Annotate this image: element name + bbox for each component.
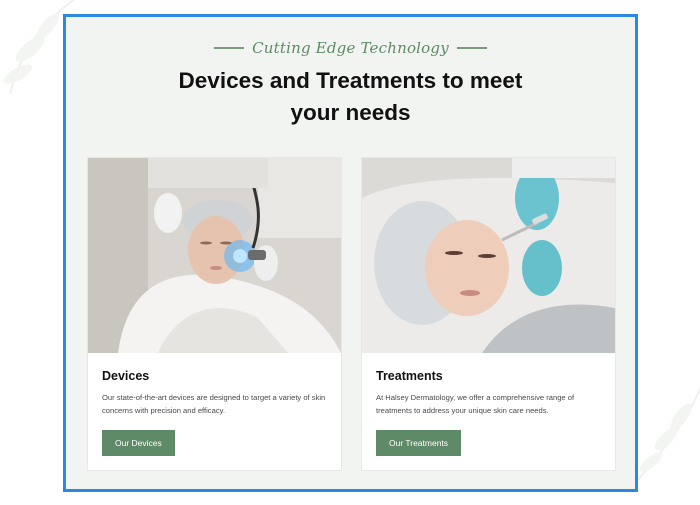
eyebrow: Cutting Edge Technology xyxy=(66,39,635,57)
card-title-treatments: Treatments xyxy=(376,369,443,383)
eyebrow-text: Cutting Edge Technology xyxy=(252,39,449,57)
devices-photo xyxy=(88,158,341,353)
eyebrow-line-right xyxy=(456,47,487,49)
card-title-devices: Devices xyxy=(102,369,150,383)
our-treatments-button[interactable]: Our Treatments xyxy=(376,430,462,456)
heading-line-2: your needs xyxy=(290,100,411,125)
section-frame: Cutting Edge Technology Devices and Trea… xyxy=(63,14,638,492)
card-description-treatments: At Halsey Dermatology, we offer a compre… xyxy=(376,393,575,415)
card-treatments: Treatments At Halsey Dermatology, we off… xyxy=(361,157,616,471)
treatments-photo xyxy=(362,158,615,353)
card-devices: Devices Our state-of-the-art devices are… xyxy=(87,157,342,471)
card-description-devices: Our state-of-the-art devices are designe… xyxy=(102,393,326,415)
heading-line-1: Devices and Treatments to meet xyxy=(178,68,523,93)
our-devices-button[interactable]: Our Devices xyxy=(102,430,175,456)
section-heading: Devices and Treatments to meet your need… xyxy=(136,65,565,129)
eyebrow-line-left xyxy=(214,47,245,49)
